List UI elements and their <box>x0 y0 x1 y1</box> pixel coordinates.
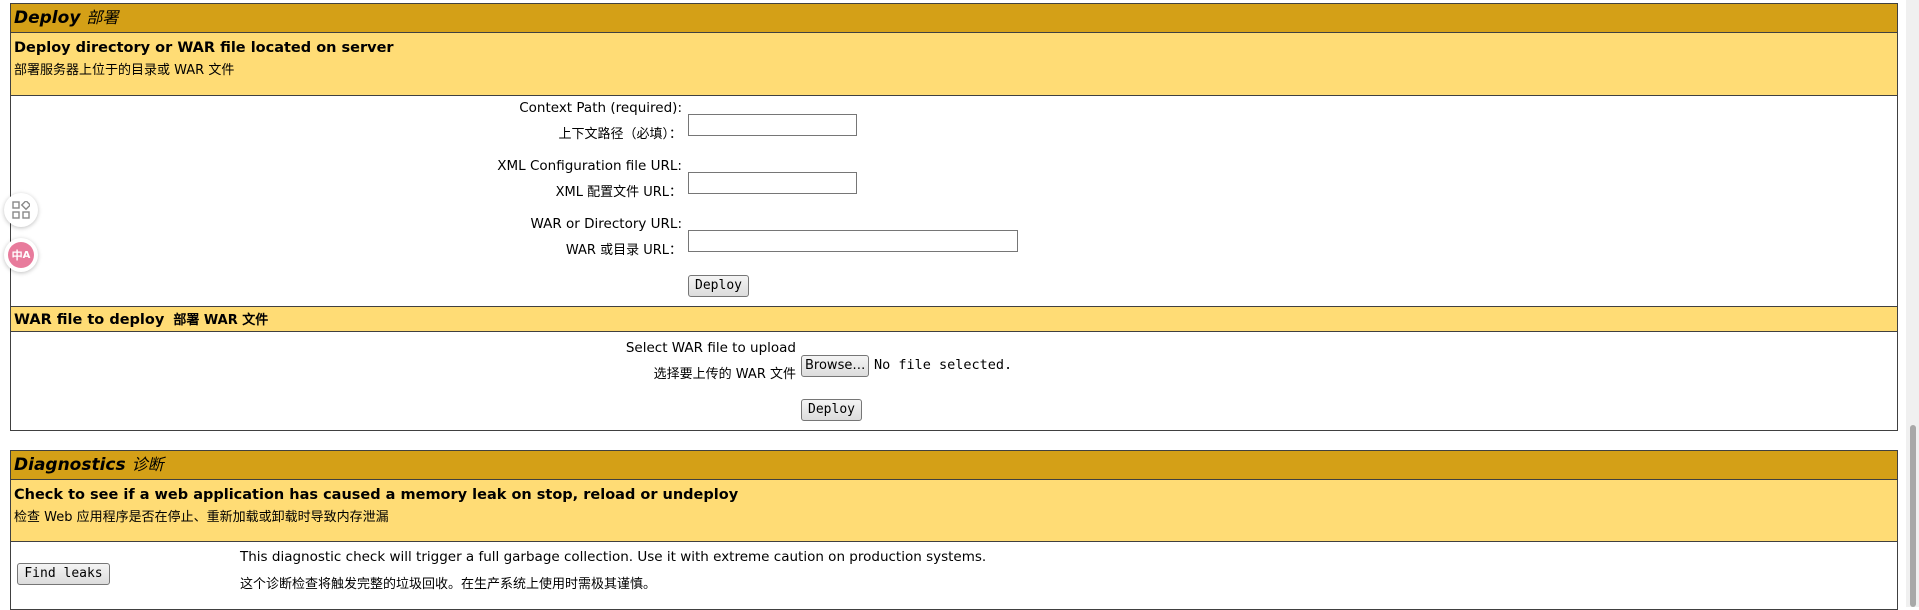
vertical-scrollbar[interactable] <box>1906 0 1919 607</box>
diagnostics-description-cn: 这个诊断检查将触发完整的垃圾回收。在生产系统上使用时需极其谨慎。 <box>240 577 657 592</box>
xml-config-input[interactable] <box>688 172 857 194</box>
deploy-title-cn: 部署 <box>86 8 119 27</box>
war-upload-heading: WAR file to deploy <box>14 312 165 328</box>
deploy-dir-heading-cn: 部署服务器上位于的目录或 WAR 文件 <box>14 63 235 78</box>
translate-badge-zh: 中 <box>11 249 23 262</box>
apps-grid-icon[interactable] <box>4 193 38 227</box>
diagnostics-heading: Check to see if a web application has ca… <box>14 487 739 503</box>
diagnostics-heading-cn: 检查 Web 应用程序是否在停止、重新加载或卸载时导致内存泄漏 <box>14 510 389 525</box>
deploy-title: Deploy <box>14 8 81 28</box>
file-status-text: No file selected. <box>874 357 1013 373</box>
xml-config-label-cn: XML 配置文件 URL： <box>555 185 682 200</box>
deploy-dir-header: Deploy directory or WAR file located on … <box>11 33 1897 96</box>
diagnostics-title-bar: Diagnostics 诊断 <box>11 451 1897 480</box>
war-upload-heading-cn: 部署 WAR 文件 <box>173 313 269 328</box>
xml-config-label: XML Configuration file URL: XML 配置文件 URL… <box>380 158 682 201</box>
deploy-dir-heading: Deploy directory or WAR file located on … <box>14 40 394 56</box>
find-leaks-button[interactable]: Find leaks <box>17 563 110 585</box>
diagnostics-description: This diagnostic check will trigger a ful… <box>240 549 987 565</box>
deploy-war-button[interactable]: Deploy <box>801 399 862 421</box>
translate-icon[interactable]: 中A <box>4 238 38 272</box>
war-upload-header: WAR file to deploy 部署 WAR 文件 <box>10 306 1898 332</box>
context-path-input[interactable] <box>688 114 857 136</box>
select-war-label-cn: 选择要上传的 WAR 文件 <box>653 367 796 382</box>
war-dir-label-cn: WAR 或目录 URL： <box>565 243 682 258</box>
context-path-label: Context Path (required): 上下文路径（必填）： <box>380 100 682 143</box>
deploy-title-bar: Deploy 部署 <box>11 4 1897 33</box>
war-dir-input[interactable] <box>688 230 1018 252</box>
diagnostics-title-cn: 诊断 <box>131 455 164 474</box>
translate-badge-a: A <box>22 249 31 261</box>
deploy-dir-button[interactable]: Deploy <box>688 275 749 297</box>
context-path-label-cn: 上下文路径（必填）： <box>558 127 682 142</box>
war-dir-label: WAR or Directory URL: WAR 或目录 URL： <box>380 216 682 259</box>
browse-button[interactable]: Browse… <box>801 355 869 377</box>
scrollbar-thumb[interactable] <box>1910 425 1916 607</box>
diagnostics-title: Diagnostics <box>14 455 126 475</box>
select-war-label: Select WAR file to upload 选择要上传的 WAR 文件 <box>480 340 796 383</box>
diagnostics-header: Check to see if a web application has ca… <box>11 480 1897 542</box>
